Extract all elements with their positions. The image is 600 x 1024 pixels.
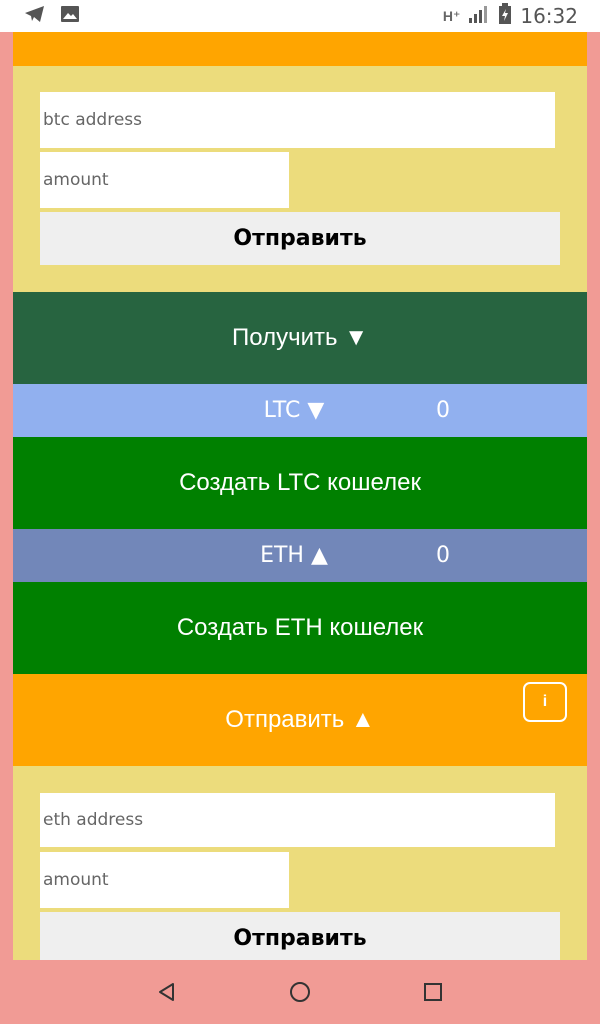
navigation-bar — [0, 960, 600, 1024]
btc-address-input[interactable] — [40, 92, 555, 148]
eth-send-header[interactable]: Отправить ▲ i — [13, 674, 587, 766]
create-eth-wallet-button[interactable]: Создать ETH кошелек — [13, 582, 587, 674]
back-icon[interactable] — [147, 972, 187, 1012]
receive-header[interactable]: Получить ▼ — [13, 292, 587, 384]
eth-currency-label: ETH ▲ — [260, 543, 328, 568]
recents-icon[interactable] — [413, 972, 453, 1012]
btc-amount-input[interactable] — [40, 152, 289, 208]
btc-send-button[interactable]: Отправить — [40, 212, 560, 265]
eth-send-panel: Отправить — [13, 766, 587, 960]
clock: 16:32 — [520, 4, 578, 28]
network-type: H⁺ — [442, 7, 461, 24]
eth-send-button[interactable]: Отправить — [40, 912, 560, 960]
ltc-wallet-row[interactable]: LTC ▼ 0 — [13, 384, 587, 437]
signal-icon — [468, 4, 490, 29]
ltc-currency-label: LTC ▼ — [263, 398, 325, 423]
status-bar: H⁺ 16:32 — [0, 0, 600, 32]
eth-wallet-row[interactable]: ETH ▲ 0 — [13, 529, 587, 582]
battery-icon — [498, 2, 512, 30]
eth-balance: 0 — [436, 543, 450, 568]
btc-send-header[interactable] — [13, 32, 587, 66]
btc-send-panel: Отправить — [13, 66, 587, 292]
eth-send-header-label: Отправить ▲ — [225, 706, 375, 733]
image-icon — [60, 5, 80, 28]
eth-amount-input[interactable] — [40, 852, 289, 908]
home-icon[interactable] — [280, 972, 320, 1012]
create-ltc-wallet-button[interactable]: Создать LTC кошелек — [13, 437, 587, 529]
eth-address-input[interactable] — [40, 793, 555, 847]
info-button[interactable]: i — [523, 682, 567, 722]
telegram-icon — [24, 5, 46, 28]
ltc-balance: 0 — [436, 398, 450, 423]
app-content: Отправить Получить ▼ LTC ▼ 0 Создать LTC… — [13, 32, 587, 960]
